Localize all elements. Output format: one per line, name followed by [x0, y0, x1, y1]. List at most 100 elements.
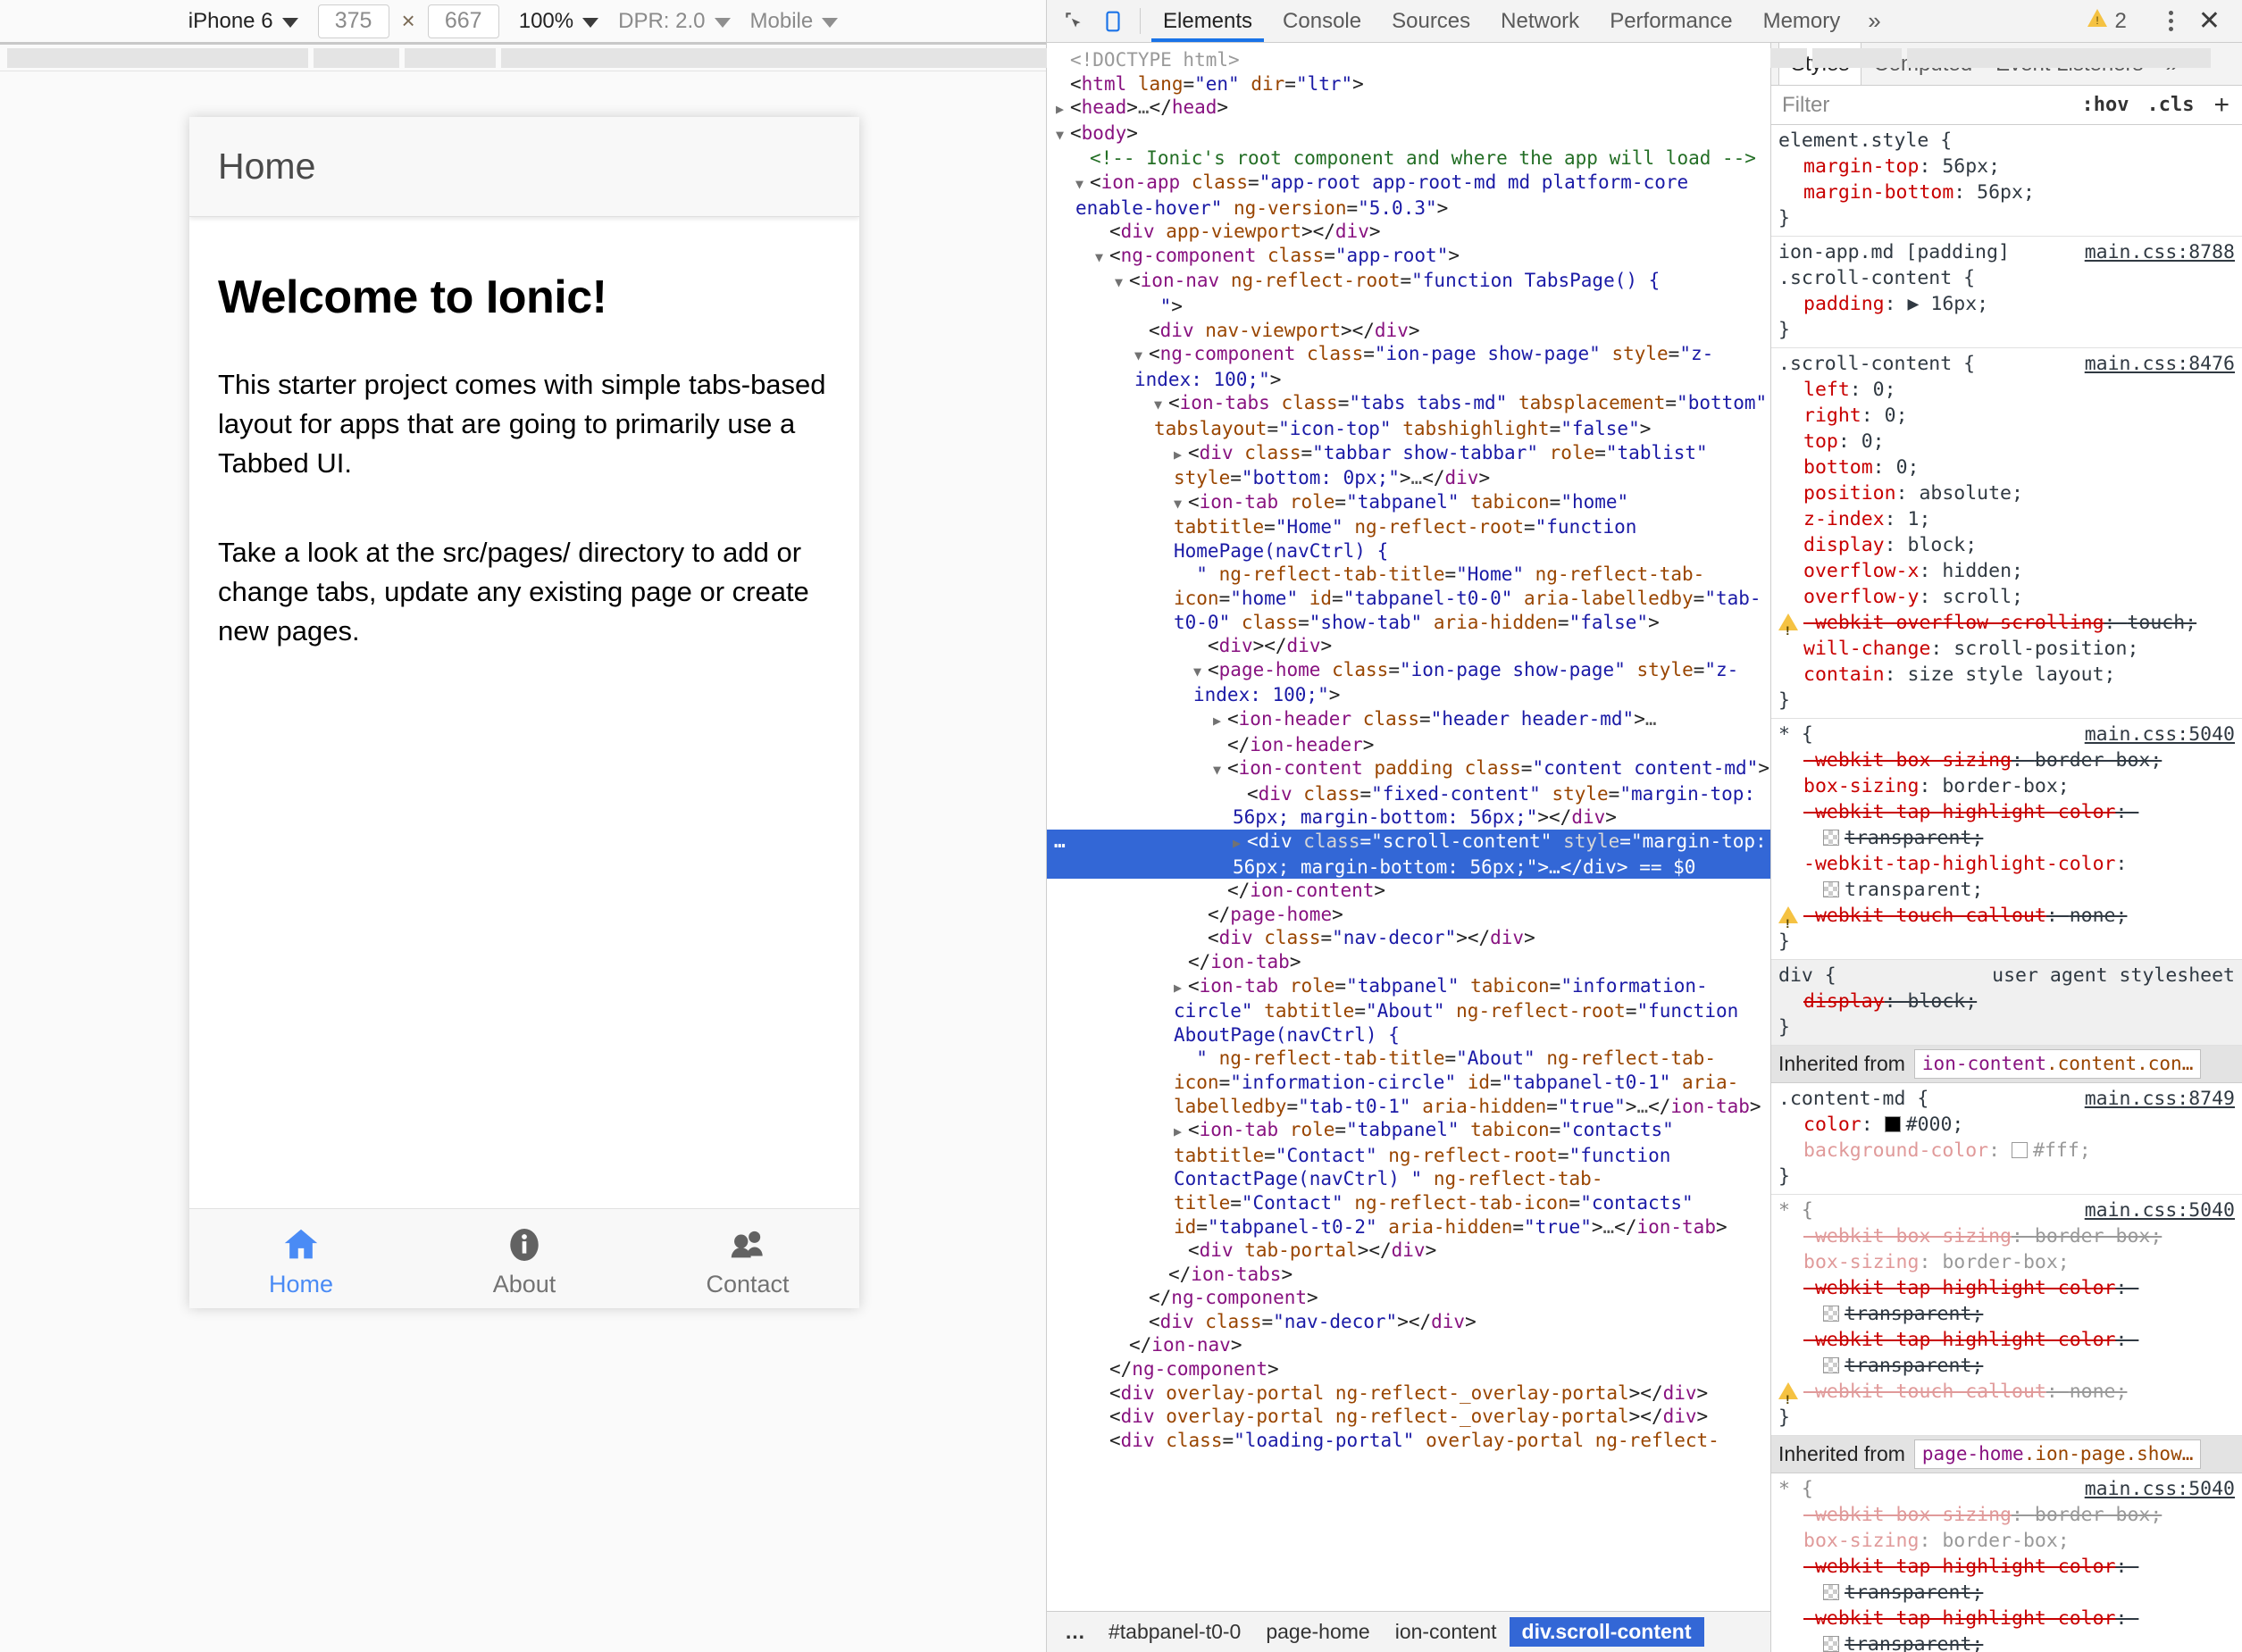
css-property-name[interactable]: -webkit-tap-highlight-color — [1803, 853, 2116, 875]
css-rule-origin[interactable]: main.css:8749 — [2085, 1086, 2242, 1112]
css-declaration[interactable]: contain: size style layout; — [1771, 662, 2242, 688]
dom-node[interactable]: <div overlay-portal ng-reflect-_overlay-… — [1047, 1381, 1770, 1406]
css-property-name[interactable]: bottom — [1803, 456, 1873, 479]
chevron-down-icon[interactable] — [714, 18, 731, 28]
filter-input[interactable]: Filter — [1782, 93, 2073, 118]
dom-node[interactable]: </ion-tabs> — [1047, 1263, 1770, 1287]
dom-node[interactable]: <ng-component class="ion-page show-page"… — [1047, 342, 1770, 391]
css-property-value[interactable]: border-box; — [1942, 775, 2069, 797]
css-declaration[interactable]: padding: ▶ 16px; — [1771, 291, 2242, 317]
css-declaration[interactable]: overflow-x: hidden; — [1771, 558, 2242, 584]
expand-arrow-open-icon[interactable] — [1134, 342, 1149, 368]
color-swatch[interactable] — [1823, 830, 1839, 846]
dom-node[interactable]: <ion-tab role="tabpanel" tabicon="contac… — [1047, 1118, 1770, 1239]
css-property-value[interactable]: absolute; — [1919, 482, 2023, 505]
tab-console[interactable]: Console — [1267, 0, 1376, 42]
css-rule-origin[interactable]: main.css:5040 — [2085, 722, 2242, 747]
css-rule-origin[interactable]: main.css:5040 — [2085, 1197, 2242, 1223]
css-property-name[interactable]: overflow-y — [1803, 586, 1919, 608]
dom-node[interactable]: <div></div> — [1047, 634, 1770, 658]
css-property-value[interactable]: 1; — [1908, 508, 1931, 530]
dom-node[interactable]: <ion-header class="header header-md">… — [1047, 707, 1770, 733]
more-options-icon[interactable] — [2153, 11, 2189, 31]
css-property-name[interactable]: -webkit-touch-callout — [1803, 1381, 2046, 1403]
dom-node-selected[interactable]: …<div class="scroll-content" style="marg… — [1047, 830, 1770, 880]
css-declaration[interactable]: will-change: scroll-position; — [1771, 636, 2242, 662]
css-property-name[interactable]: box-sizing — [1803, 1530, 1919, 1552]
css-property-name[interactable]: z-index — [1803, 508, 1885, 530]
tab-home[interactable]: Home — [189, 1209, 413, 1308]
css-declaration[interactable]: -webkit-tap-highlight-color: transparent… — [1771, 799, 2242, 851]
css-selector[interactable]: element.style { — [1778, 128, 1952, 154]
viewport-width-input[interactable] — [317, 4, 389, 38]
expand-arrow-closed-icon[interactable] — [1174, 1118, 1188, 1144]
css-declaration[interactable]: color: #000; — [1771, 1112, 2242, 1138]
tab-network[interactable]: Network — [1485, 0, 1594, 42]
css-property-value[interactable]: 0; — [1873, 379, 1896, 401]
dom-node[interactable]: </ng-component> — [1047, 1286, 1770, 1310]
dom-node[interactable]: <!-- Ionic's root component and where th… — [1047, 146, 1770, 171]
dom-node[interactable]: <div class="tabbar show-tabbar" role="ta… — [1047, 441, 1770, 490]
dpr-selector[interactable]: DPR: 2.0 — [618, 9, 749, 34]
css-property-name[interactable]: padding — [1803, 293, 1885, 315]
css-property-value[interactable]: transparent; — [1845, 1303, 1983, 1325]
dom-node[interactable]: <div tab-portal></div> — [1047, 1239, 1770, 1263]
css-property-value[interactable]: ▶ 16px; — [1908, 293, 1989, 315]
css-property-name[interactable]: -webkit-box-sizing — [1803, 1504, 2012, 1526]
chevron-down-icon[interactable] — [822, 18, 839, 28]
expand-arrow-open-icon[interactable] — [1115, 269, 1129, 295]
color-swatch[interactable] — [1884, 1116, 1901, 1132]
css-property-value[interactable]: 56px; — [1942, 155, 2000, 178]
css-property-name[interactable]: top — [1803, 430, 1838, 453]
dom-node[interactable]: </ion-content> — [1047, 879, 1770, 903]
css-property-value[interactable]: size style layout; — [1908, 663, 2116, 686]
css-property-value[interactable]: border-box; — [2035, 1225, 2162, 1247]
css-property-value[interactable]: 56px; — [1977, 181, 2035, 204]
css-rule-origin[interactable]: main.css:5040 — [2085, 1476, 2242, 1502]
dom-tree[interactable]: <!DOCTYPE html> <html lang="en" dir="ltr"… — [1047, 43, 1770, 1611]
css-declaration[interactable]: overflow-y: scroll; — [1771, 584, 2242, 610]
css-selector[interactable]: * { — [1778, 722, 1813, 747]
breadcrumb-item[interactable]: page-home — [1253, 1617, 1382, 1647]
css-property-value[interactable]: transparent; — [1845, 879, 1983, 901]
tab-memory[interactable]: Memory — [1748, 0, 1856, 42]
css-property-name[interactable]: -webkit-touch-callout — [1803, 905, 2046, 927]
css-property-value[interactable]: border-box; — [2035, 749, 2162, 772]
throttling-selector[interactable]: Mobile — [750, 9, 858, 34]
css-property-value[interactable]: none; — [2070, 1381, 2128, 1403]
css-property-name[interactable]: position — [1803, 482, 1896, 505]
css-property-value[interactable]: transparent; — [1845, 1581, 1983, 1604]
css-declaration[interactable]: left: 0; — [1771, 377, 2242, 403]
expand-arrow-open-icon[interactable] — [1154, 391, 1168, 417]
css-declaration[interactable]: -webkit-tap-highlight-color: transparent… — [1771, 1327, 2242, 1379]
css-property-name[interactable]: -webkit-tap-highlight-color — [1803, 1607, 2116, 1630]
css-declaration[interactable]: -webkit-box-sizing: border-box; — [1771, 747, 2242, 773]
tab-about[interactable]: About — [413, 1209, 636, 1308]
dom-node[interactable]: <ion-tab role="tabpanel" tabicon="inform… — [1047, 974, 1770, 1119]
device-toolbar-icon[interactable] — [1093, 0, 1133, 42]
css-declaration[interactable]: -webkit-box-sizing: border-box; — [1771, 1223, 2242, 1249]
css-property-value[interactable]: #fff; — [2033, 1139, 2091, 1162]
css-declaration[interactable]: box-sizing: border-box; — [1771, 1249, 2242, 1275]
css-declaration[interactable]: -webkit-tap-highlight-color: transparent… — [1771, 1275, 2242, 1327]
css-property-value[interactable]: 0; — [1861, 430, 1885, 453]
css-property-name[interactable]: -webkit-tap-highlight-color — [1803, 1329, 2116, 1351]
css-property-name[interactable]: display — [1803, 534, 1885, 556]
color-swatch[interactable] — [2012, 1142, 2028, 1158]
inspect-element-icon[interactable] — [1054, 0, 1093, 42]
warning-badge[interactable]: ! 2 — [2087, 8, 2127, 34]
expand-arrow-closed-icon[interactable] — [1213, 707, 1227, 733]
dom-node[interactable]: <head>…</head> — [1047, 96, 1770, 121]
dom-node[interactable]: <div class="fixed-content" style="margin… — [1047, 782, 1770, 830]
dom-node[interactable]: </page-home> — [1047, 903, 1770, 927]
expand-arrow-closed-icon[interactable] — [1056, 96, 1070, 121]
zoom-selector[interactable]: 100% — [519, 9, 618, 34]
css-property-name[interactable]: display — [1803, 990, 1885, 1013]
expand-arrow-open-icon[interactable] — [1095, 244, 1109, 270]
css-property-value[interactable]: transparent; — [1845, 1633, 1983, 1652]
dom-node[interactable]: <html lang="en" dir="ltr"> — [1047, 72, 1770, 96]
css-property-name[interactable]: -webkit-box-sizing — [1803, 749, 2012, 772]
breadcrumb-item[interactable]: ion-content — [1383, 1617, 1510, 1647]
css-selector[interactable]: * { — [1778, 1197, 1813, 1223]
viewport-ruler[interactable] — [0, 45, 2211, 71]
